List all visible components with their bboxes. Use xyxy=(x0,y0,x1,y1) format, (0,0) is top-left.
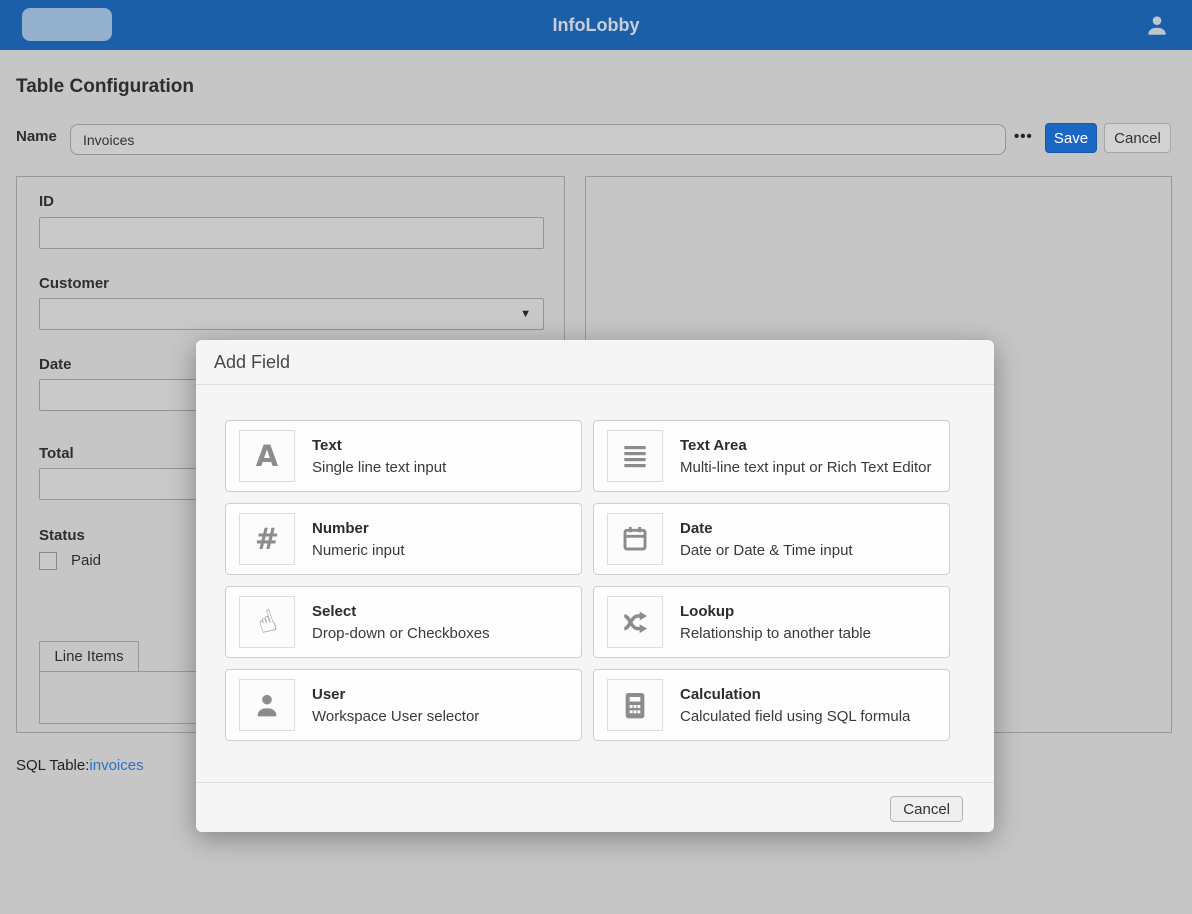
field-label-total: Total xyxy=(39,445,74,462)
user-icon xyxy=(239,679,295,731)
chevron-down-icon: ▼ xyxy=(520,308,531,320)
field-type-text-area[interactable]: Text Area Multi-line text input or Rich … xyxy=(593,420,950,492)
paid-checkbox[interactable] xyxy=(39,552,57,570)
field-label-date: Date xyxy=(39,356,72,373)
top-navigation-bar: InfoLobby xyxy=(0,0,1192,50)
option-description: Date or Date & Time input xyxy=(680,542,853,559)
option-title: Lookup xyxy=(680,603,871,620)
sql-table-link[interactable]: invoices xyxy=(89,757,143,774)
field-label-customer: Customer xyxy=(39,275,109,292)
save-button[interactable]: Save xyxy=(1045,123,1097,153)
option-title: Date xyxy=(680,520,853,537)
option-title: Text Area xyxy=(680,437,932,454)
more-options-button[interactable]: ••• xyxy=(1014,128,1033,145)
tab-line-items[interactable]: Line Items xyxy=(39,641,139,672)
calculator-icon xyxy=(607,679,663,731)
option-description: Single line text input xyxy=(312,459,446,476)
sql-table-label: SQL Table: xyxy=(16,757,89,774)
field-type-grid: A Text Single line text input xyxy=(225,420,950,741)
calendar-icon xyxy=(607,513,663,565)
app-title: InfoLobby xyxy=(0,0,1192,50)
field-label-status: Status xyxy=(39,527,85,544)
option-description: Relationship to another table xyxy=(680,625,871,642)
text-area-icon xyxy=(607,430,663,482)
field-type-user[interactable]: User Workspace User selector xyxy=(225,669,582,741)
field-type-date[interactable]: Date Date or Date & Time input xyxy=(593,503,950,575)
cancel-button[interactable]: Cancel xyxy=(1104,123,1171,153)
field-type-number[interactable]: # Number Numeric input xyxy=(225,503,582,575)
option-title: Calculation xyxy=(680,686,910,703)
field-type-text[interactable]: A Text Single line text input xyxy=(225,420,582,492)
option-title: Number xyxy=(312,520,405,537)
number-icon: # xyxy=(239,513,295,565)
hand-pointer-icon: ☝ xyxy=(239,596,295,648)
field-type-calculation[interactable]: Calculation Calculated field using SQL f… xyxy=(593,669,950,741)
app-window: InfoLobby Table Configuration Name ••• S… xyxy=(0,0,1192,914)
option-description: Multi-line text input or Rich Text Edito… xyxy=(680,459,932,476)
text-icon: A xyxy=(239,430,295,482)
option-title: User xyxy=(312,686,479,703)
field-type-lookup[interactable]: Lookup Relationship to another table xyxy=(593,586,950,658)
paid-checkbox-label: Paid xyxy=(71,552,101,569)
modal-cancel-button[interactable]: Cancel xyxy=(890,796,963,822)
option-description: Numeric input xyxy=(312,542,405,559)
option-title: Text xyxy=(312,437,446,454)
modal-footer: Cancel xyxy=(196,782,994,832)
option-description: Calculated field using SQL formula xyxy=(680,708,910,725)
user-icon xyxy=(1144,12,1170,38)
sql-table-row: SQL Table:invoices xyxy=(16,757,144,774)
customer-select[interactable]: ▼ xyxy=(39,298,544,330)
name-label: Name xyxy=(16,128,57,145)
user-account-button[interactable] xyxy=(1144,12,1170,38)
option-title: Select xyxy=(312,603,490,620)
add-field-modal: Add Field A Text Single line text input xyxy=(196,340,994,832)
shuffle-icon xyxy=(607,596,663,648)
field-type-select[interactable]: ☝ Select Drop-down or Checkboxes xyxy=(225,586,582,658)
id-input[interactable] xyxy=(39,217,544,249)
modal-title: Add Field xyxy=(196,340,994,385)
field-label-id: ID xyxy=(39,193,54,210)
page-title: Table Configuration xyxy=(16,76,194,98)
table-name-input[interactable] xyxy=(70,124,1006,155)
option-description: Workspace User selector xyxy=(312,708,479,725)
option-description: Drop-down or Checkboxes xyxy=(312,625,490,642)
